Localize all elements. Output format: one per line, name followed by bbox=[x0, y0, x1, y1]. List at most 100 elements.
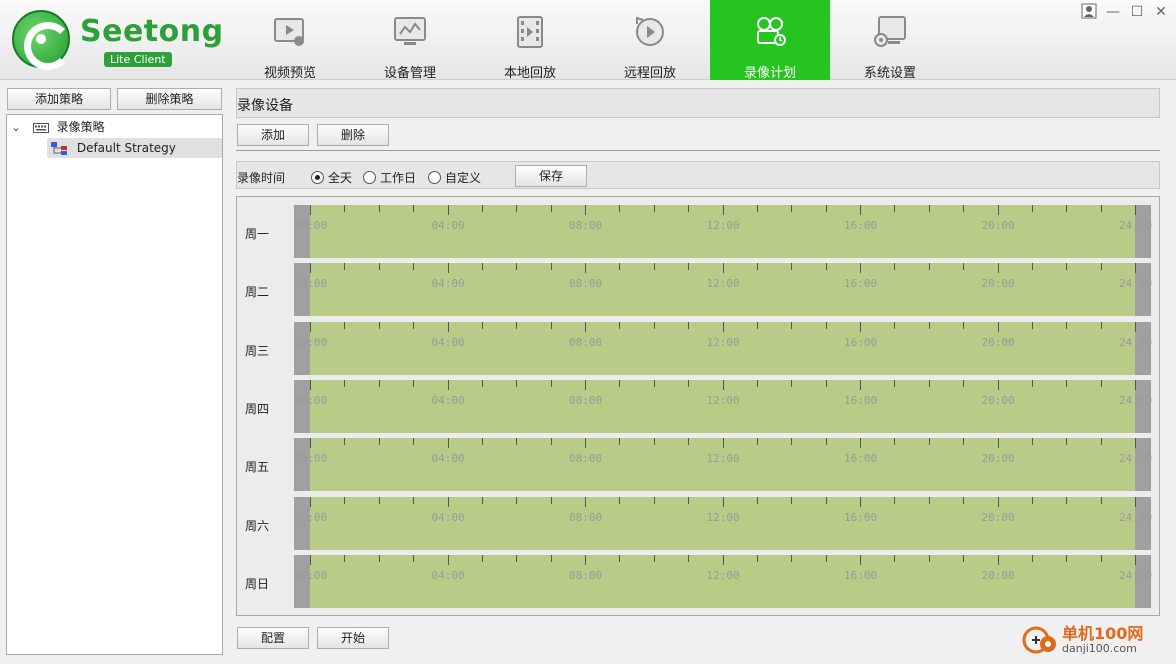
hour-tick bbox=[825, 554, 827, 562]
hour-tick bbox=[1100, 438, 1102, 446]
time-label: 20:00 bbox=[981, 510, 1015, 524]
hour-tick bbox=[1100, 321, 1102, 329]
radio-label: 全天 bbox=[328, 171, 353, 185]
tab-local-playback[interactable]: 本地回放 bbox=[470, 0, 590, 81]
hour-tick bbox=[928, 379, 930, 387]
hour-tick bbox=[378, 263, 380, 271]
config-button[interactable]: 配置 bbox=[237, 627, 309, 649]
add-strategy-button[interactable]: 添加策略 bbox=[7, 88, 111, 110]
hour-tick bbox=[378, 321, 380, 329]
time-label: 24:00 bbox=[1119, 393, 1153, 407]
hour-tick bbox=[344, 263, 346, 271]
hour-tick bbox=[619, 554, 621, 562]
hour-tick bbox=[516, 379, 518, 387]
hour-tick bbox=[756, 554, 758, 562]
hour-tick bbox=[1100, 554, 1102, 562]
time-label: 12:00 bbox=[706, 568, 740, 582]
hour-tick bbox=[653, 263, 655, 271]
time-label: 00:00 bbox=[294, 568, 328, 582]
add-button[interactable]: 添加 bbox=[237, 124, 309, 146]
maximize-icon[interactable]: ☐ bbox=[1128, 3, 1146, 21]
radio-all-day[interactable]: 全天 bbox=[311, 169, 352, 186]
section-title: 录像设备 bbox=[237, 98, 293, 114]
divider bbox=[236, 150, 1160, 151]
tree-item-default-strategy[interactable]: Default Strategy bbox=[47, 138, 222, 158]
chevron-down-icon[interactable]: ⌄ bbox=[11, 117, 25, 137]
hour-tick bbox=[997, 438, 999, 449]
hour-tick bbox=[585, 554, 586, 565]
hour-tick bbox=[310, 496, 311, 507]
day-schedule-bar[interactable]: 00:00 04:00 08:00 12:00 16:00 20:00 24:00 bbox=[294, 205, 1153, 258]
delete-button[interactable]: 删除 bbox=[317, 124, 389, 146]
hour-tick bbox=[653, 496, 655, 504]
tab-device-manage[interactable]: 设备管理 bbox=[350, 0, 470, 81]
hour-tick bbox=[481, 438, 483, 446]
day-schedule-bar[interactable]: 00:00 04:00 08:00 12:00 16:00 20:00 24:00 bbox=[294, 379, 1153, 433]
close-icon[interactable]: ✕ bbox=[1152, 3, 1170, 21]
hour-tick bbox=[310, 263, 311, 274]
hour-tick bbox=[1066, 496, 1068, 504]
save-button[interactable]: 保存 bbox=[515, 165, 587, 187]
local-playback-icon bbox=[517, 16, 543, 48]
hour-tick bbox=[791, 379, 793, 387]
hour-tick bbox=[997, 554, 999, 565]
hour-tick bbox=[997, 379, 999, 390]
hour-tick bbox=[1031, 205, 1033, 212]
hour-tick bbox=[894, 379, 896, 387]
hour-tick bbox=[1031, 496, 1033, 504]
hour-tick bbox=[378, 496, 380, 504]
tab-record-plan[interactable]: 录像计划 bbox=[710, 0, 830, 81]
record-time-label: 录像时间 bbox=[237, 171, 286, 185]
delete-strategy-button[interactable]: 删除策略 bbox=[117, 88, 222, 110]
hour-tick bbox=[310, 205, 311, 215]
record-plan-icon bbox=[757, 17, 786, 46]
radio-custom[interactable]: 自定义 bbox=[428, 169, 481, 186]
hour-tick bbox=[688, 438, 690, 446]
hour-tick bbox=[894, 438, 896, 446]
time-label: 24:00 bbox=[1119, 219, 1153, 232]
hour-tick bbox=[516, 554, 518, 562]
tab-system-settings[interactable]: 系统设置 bbox=[830, 0, 950, 81]
minimize-icon[interactable]: — bbox=[1104, 3, 1122, 21]
hour-tick bbox=[894, 321, 896, 329]
time-label: 16:00 bbox=[844, 568, 878, 582]
start-button[interactable]: 开始 bbox=[317, 627, 389, 649]
tree-root-row[interactable]: ⌄ 录像策略 bbox=[11, 117, 221, 137]
hour-tick bbox=[1135, 496, 1136, 507]
time-label: 04:00 bbox=[431, 568, 465, 582]
hour-tick bbox=[310, 321, 311, 332]
tree-child-label: Default Strategy bbox=[76, 141, 176, 155]
day-schedule-bar[interactable]: 00:00 04:00 08:00 12:00 16:00 20:00 24:00 bbox=[294, 321, 1152, 375]
radio-dot[interactable] bbox=[311, 171, 324, 184]
window-controls: — ☐ ✕ bbox=[1080, 3, 1170, 21]
time-label: 20:00 bbox=[981, 277, 1015, 291]
hour-tick bbox=[378, 205, 380, 212]
time-label: 04:00 bbox=[431, 277, 465, 291]
hour-tick bbox=[550, 496, 552, 504]
hour-tick bbox=[413, 205, 415, 212]
radio-workday[interactable]: 工作日 bbox=[363, 169, 416, 186]
hour-tick bbox=[1031, 379, 1033, 387]
radio-dot[interactable] bbox=[363, 171, 376, 184]
hour-tick bbox=[688, 205, 690, 212]
logo-text: Seetong bbox=[80, 14, 224, 49]
hour-tick bbox=[825, 263, 827, 271]
hour-tick bbox=[756, 205, 758, 212]
time-label: 08:00 bbox=[569, 452, 603, 466]
hour-tick bbox=[1066, 321, 1068, 329]
hour-tick bbox=[619, 496, 621, 504]
tab-remote-playback[interactable]: 远程回放 bbox=[590, 0, 710, 81]
day-schedule-bar[interactable]: 00:00 04:00 08:00 12:00 16:00 20:00 24:00 bbox=[294, 496, 1152, 550]
hour-tick bbox=[344, 379, 346, 387]
day-schedule-bar[interactable]: 00:00 04:00 08:00 12:00 16:00 20:00 24:00 bbox=[294, 438, 1152, 492]
radio-dot[interactable] bbox=[428, 171, 441, 184]
tab-video-preview[interactable]: 视频预览 bbox=[230, 0, 350, 81]
hour-tick bbox=[860, 379, 861, 390]
hour-tick bbox=[928, 205, 930, 212]
hour-tick bbox=[550, 321, 552, 329]
day-schedule-bar[interactable]: 00:00 04:00 08:00 12:00 16:00 20:00 24:00 bbox=[294, 554, 1152, 608]
day-schedule-bar[interactable]: 00:00 04:00 08:00 12:00 16:00 20:00 24:00 bbox=[294, 263, 1152, 317]
user-icon[interactable] bbox=[1080, 3, 1098, 21]
time-label: 08:00 bbox=[569, 219, 603, 232]
time-label: 12:00 bbox=[706, 393, 740, 407]
